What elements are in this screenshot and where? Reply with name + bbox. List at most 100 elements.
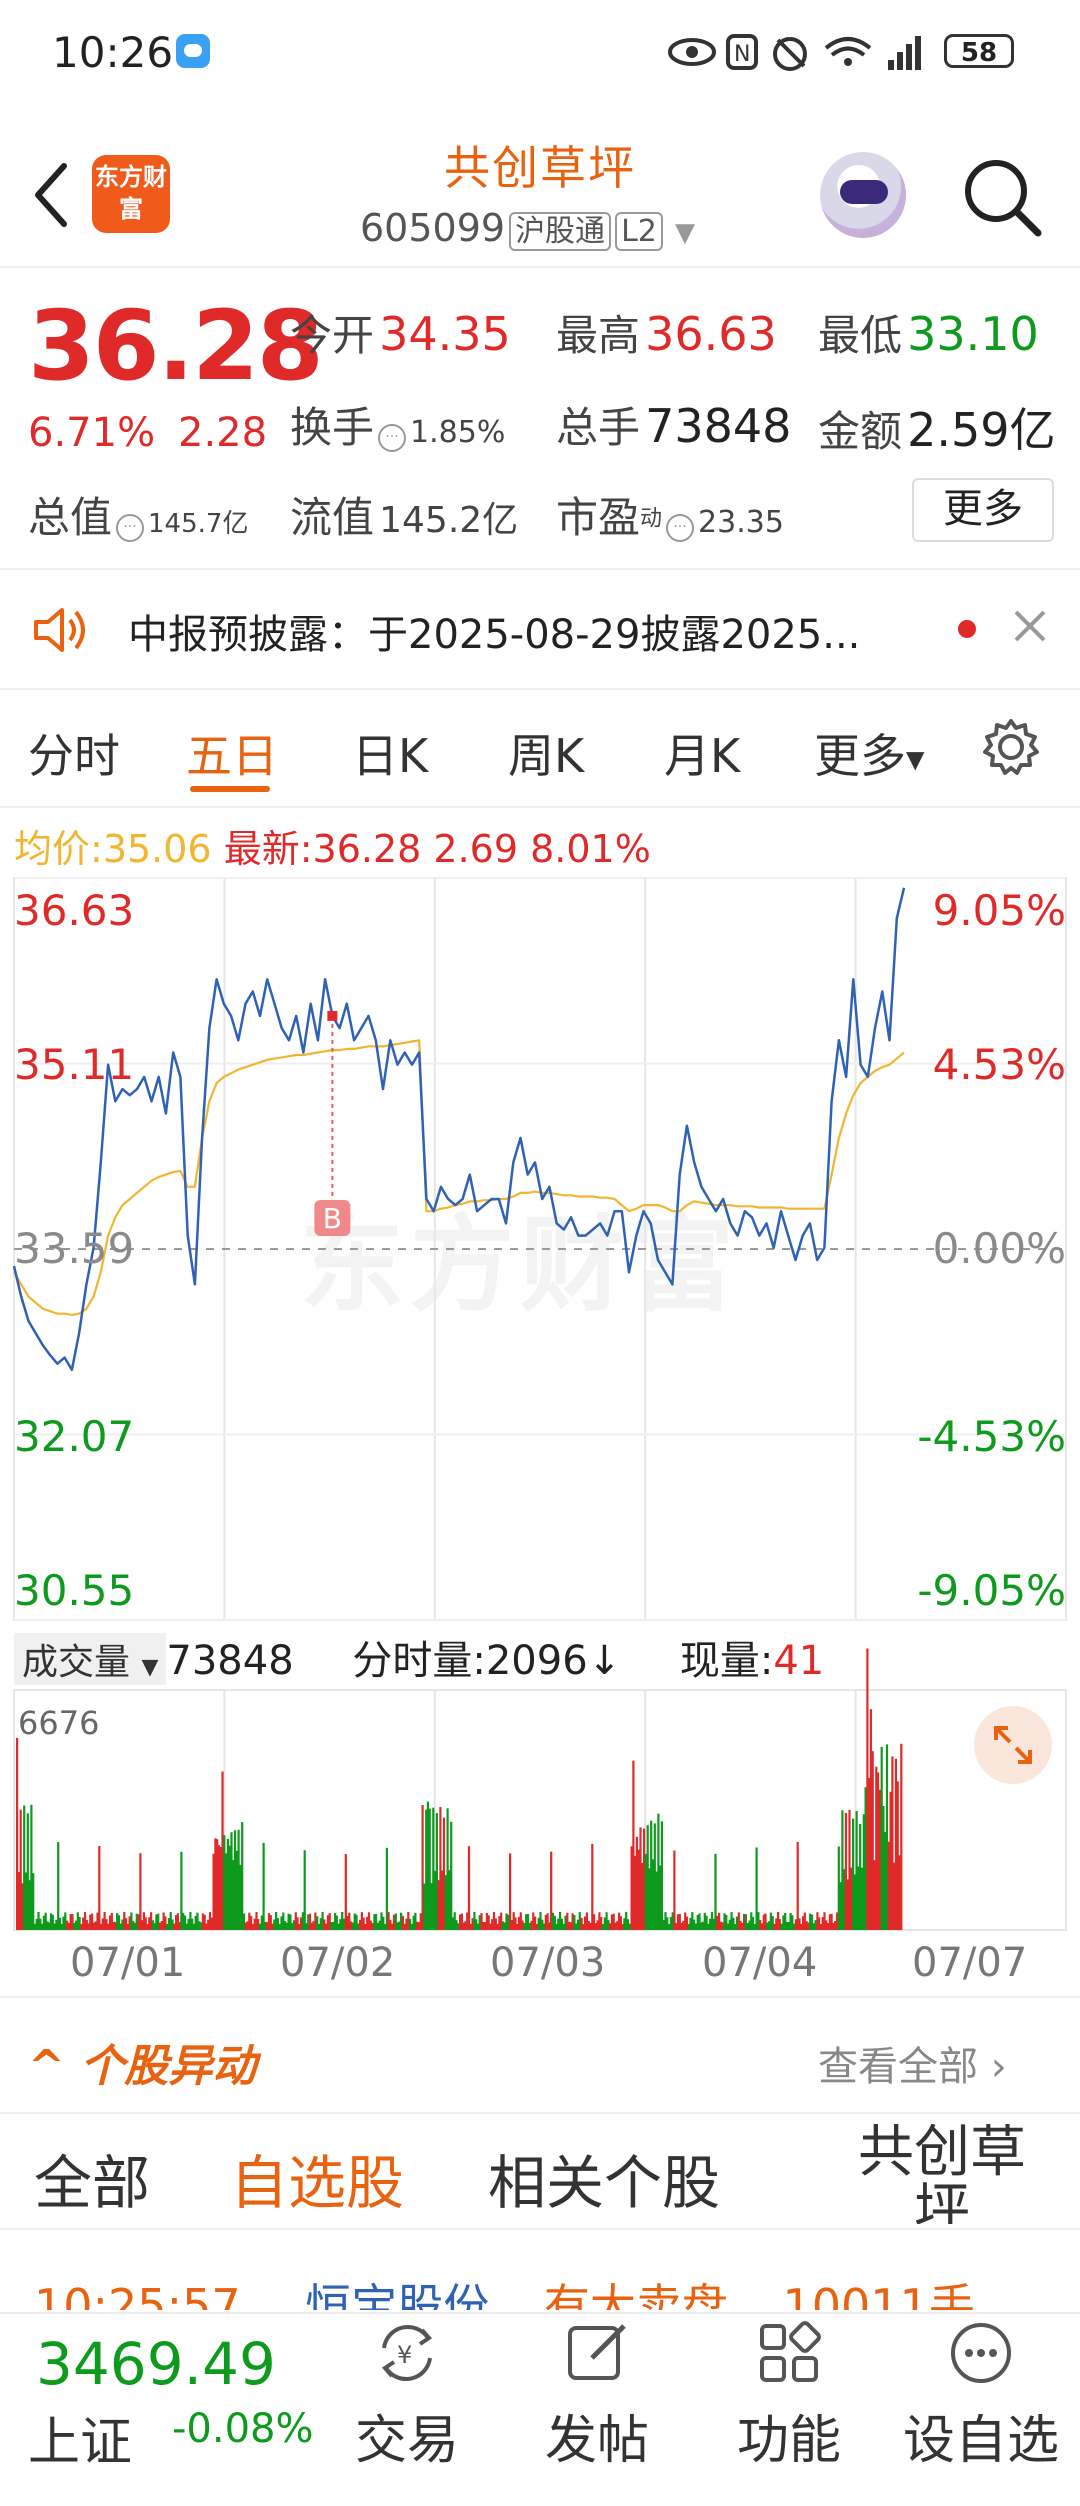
nav-post[interactable]: 发帖: [512, 2318, 682, 2473]
stock-code-row[interactable]: 605099 沪股通 L2 ▼: [360, 206, 695, 251]
y-tick-left: 30.55: [14, 1566, 135, 1615]
connect-tag: 沪股通: [509, 212, 612, 251]
anomaly-row[interactable]: 10:25:57 恒宝股份 有大卖盘 10011手: [34, 2270, 975, 2310]
chart-bottom-divider: [0, 1996, 1080, 1998]
nav-functions[interactable]: 功能: [704, 2318, 874, 2473]
gear-icon[interactable]: [982, 718, 1040, 776]
tab-five-day[interactable]: 五日: [186, 720, 278, 786]
tab-monthly-k[interactable]: 月K: [664, 720, 740, 786]
signal-icon: [888, 36, 921, 70]
back-icon[interactable]: [30, 160, 70, 230]
volume-stat: 总手 73848: [556, 399, 792, 453]
market-cap-stat: 总值 ··· 145.7亿: [28, 493, 249, 542]
status-icons: N: [668, 34, 921, 71]
y-tick-left: 35.11: [14, 1040, 135, 1089]
x-tick-date: 07/02: [280, 1940, 396, 1986]
volume-indicator-dropdown[interactable]: 成交量 ▼: [14, 1633, 167, 1685]
speaker-icon: [34, 608, 85, 652]
y-tick-right: 9.05%: [932, 886, 1066, 935]
volume-header: 成交量 ▼ 73848 分时量:2096↓ 现量:41: [14, 1628, 824, 1686]
filter-tab-related[interactable]: 相关个股: [488, 2136, 720, 2220]
y-tick-left: 32.07: [14, 1412, 135, 1461]
quote-divider: [0, 568, 1080, 570]
header-divider: [0, 266, 1080, 268]
index-name[interactable]: 上证: [28, 2400, 132, 2475]
volume-bar: [57, 1842, 60, 1930]
nav-add-watchlist[interactable]: 设自选: [896, 2318, 1066, 2473]
yen-refresh-icon: ¥: [381, 2324, 433, 2382]
expand-icon[interactable]: [974, 1706, 1052, 1784]
chevron-right-icon: ›: [990, 2044, 1007, 2090]
info-icon: ···: [116, 513, 145, 542]
notice-text[interactable]: 中报预披露：于2025-08-29披露2025...: [128, 602, 860, 660]
volume-bar: [262, 1842, 265, 1930]
tab-more[interactable]: 更多▼: [814, 720, 924, 786]
tab-weekly-k[interactable]: 周K: [508, 720, 584, 786]
stock-name[interactable]: 共创草坪: [340, 132, 740, 198]
pe-stat: 市盈动 ··· 23.35: [556, 493, 784, 542]
volume-bar: [450, 1821, 453, 1930]
alarm-icon: [773, 37, 807, 71]
turnover-stat: 换手 ··· 1.85%: [290, 403, 506, 452]
volume-bar: [900, 1743, 903, 1930]
volume-bar: [467, 1846, 471, 1930]
eye-icon: [668, 38, 716, 66]
filter-tab-watchlist[interactable]: 自选股: [230, 2136, 404, 2220]
grid-icon: [760, 2321, 821, 2382]
filter-tab-all[interactable]: 全部: [34, 2136, 150, 2220]
dropdown-caret-icon[interactable]: ▼: [675, 218, 695, 248]
current-price: 36.28: [28, 290, 324, 402]
info-icon: ···: [378, 423, 407, 452]
chart-legend-row: 均价:35.06 最新:36.28 2.69 8.01%: [14, 827, 651, 871]
buy-marker-label: B: [323, 1202, 342, 1235]
volume-bar: [509, 1853, 512, 1930]
y-tick-right: 4.53%: [932, 1040, 1066, 1089]
volume-max-label: 6676: [18, 1704, 100, 1742]
y-tick-right: -4.53%: [917, 1412, 1066, 1461]
chat-notification-icon: [176, 34, 210, 68]
tab-daily-k[interactable]: 日K: [352, 720, 428, 786]
level-tag: L2: [615, 212, 663, 251]
stock-anomaly-title[interactable]: ^ 个股异动: [28, 2030, 256, 2094]
assistant-face: [840, 180, 888, 204]
stock-code: 605099: [360, 206, 506, 250]
volume-frame: [13, 1689, 1067, 1931]
average-price-line: [13, 1039, 905, 1316]
anomaly-divider: [0, 2112, 1080, 2114]
y-tick-left: 33.59: [14, 1224, 135, 1273]
battery-indicator: 58: [944, 34, 1014, 68]
index-value[interactable]: 3469.49: [36, 2330, 276, 2398]
volume-bar: [796, 1842, 799, 1930]
change-amount: 2.28: [178, 410, 268, 456]
low-stat: 最低 33.10: [818, 307, 1039, 361]
filter-divider: [0, 2228, 1080, 2230]
wifi-icon: [824, 37, 872, 66]
app-logo[interactable]: 东方财富: [92, 155, 170, 233]
filter-tab-this-stock[interactable]: 共创草坪: [832, 2124, 1052, 2224]
close-icon[interactable]: [1010, 606, 1050, 646]
tabs-divider: [0, 806, 1080, 808]
nav-label: 发帖: [544, 2411, 649, 2471]
amount-stat: 金额 2.59亿: [818, 403, 1056, 457]
y-tick-right: 0.00%: [932, 1224, 1066, 1273]
view-all-link[interactable]: 查看全部 ›: [818, 2034, 1007, 2092]
svg-text:¥: ¥: [397, 2341, 412, 2369]
info-icon: ···: [666, 513, 695, 542]
search-icon[interactable]: [960, 155, 1044, 239]
chevron-up-icon: ^: [28, 2041, 65, 2092]
more-stats-button[interactable]: 更多: [912, 478, 1054, 542]
nav-label: 交易: [354, 2411, 459, 2471]
volume-bar: [660, 1821, 663, 1930]
chart-frame: [13, 877, 1067, 1621]
x-tick-date: 07/07: [912, 1940, 1028, 1986]
edit-icon: [568, 2324, 626, 2380]
volume-bar: [139, 1853, 142, 1930]
x-tick-date: 07/03: [490, 1940, 606, 1986]
open-stat: 今开 34.35: [290, 307, 511, 361]
active-tab-indicator: [190, 786, 270, 792]
dropdown-caret-icon: ▼: [906, 745, 925, 774]
nav-trade[interactable]: ¥ 交易: [322, 2318, 492, 2473]
tab-intraday[interactable]: 分时: [28, 720, 120, 786]
index-change: -0.08%: [172, 2406, 314, 2452]
notice-divider: [0, 688, 1080, 690]
